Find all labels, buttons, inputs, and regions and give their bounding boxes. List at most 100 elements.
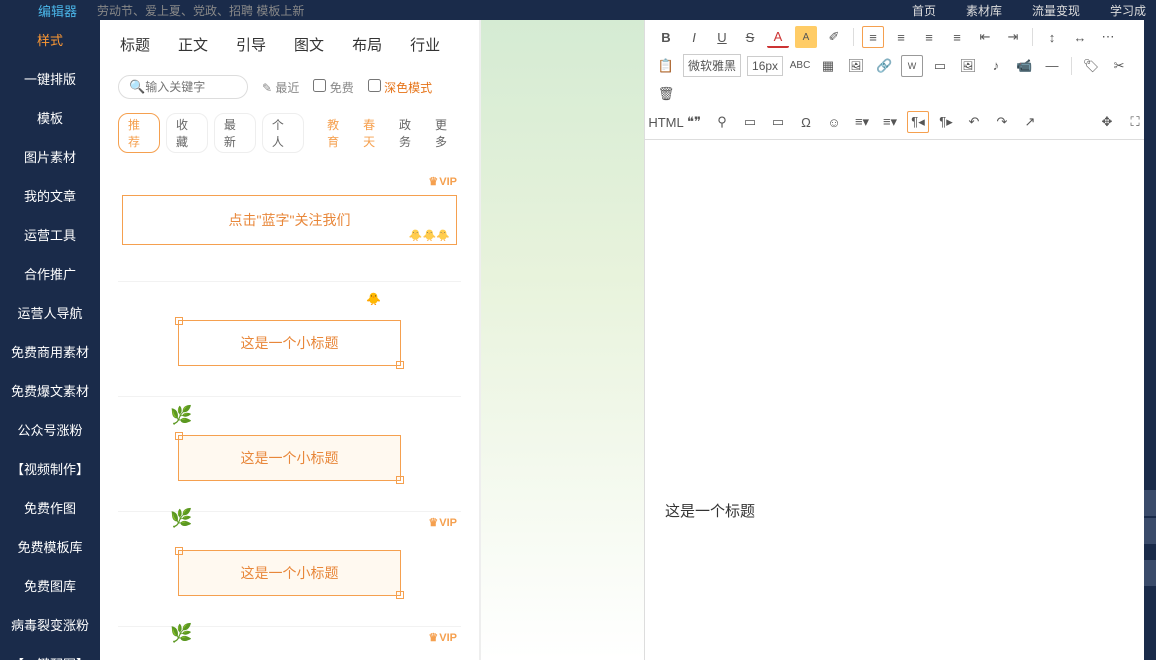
template-card[interactable]: 这是一个小标题 [118,397,461,512]
tag-button[interactable]: 🏷 [1080,55,1102,77]
sidebar-item-video[interactable]: 【视频制作】 [0,449,100,488]
filter-dark[interactable]: 深色模式 [368,79,432,96]
tab-guide[interactable]: 引导 [236,34,266,55]
share-button[interactable]: ↗ [1019,111,1041,133]
template-card[interactable]: VIP 点击"蓝字"关注我们 [118,171,461,282]
more-format-button[interactable]: ⋯ [1097,26,1119,48]
sidebar-item-articles[interactable]: 我的文章 [0,176,100,215]
pill-new[interactable]: 最新 [214,113,256,153]
anchor-button[interactable]: ⚲ [711,111,733,133]
eraser-button[interactable]: ✂ [1108,55,1130,77]
tab-imgtext[interactable]: 图文 [294,34,324,55]
html-button[interactable]: HTML [655,111,677,133]
sidebar-item-image[interactable]: 图片素材 [0,137,100,176]
clear-format-button[interactable]: ✐ [823,26,845,48]
omega-button[interactable]: Ω [795,111,817,133]
redo-button[interactable]: ↷ [991,111,1013,133]
pill-favorite[interactable]: 收藏 [166,113,208,153]
sidebar-item-layout[interactable]: 一键排版 [0,59,100,98]
rtl-button[interactable]: ¶▸ [935,111,957,133]
sidebar-item-nav[interactable]: 运营人导航 [0,293,100,332]
pill-recommend[interactable]: 推荐 [118,113,160,153]
sidebar-item-match[interactable]: 【一键配图】 [0,644,100,660]
align-left-button[interactable]: ≡ [862,26,884,48]
line-height-button[interactable]: ↕ [1041,26,1063,48]
gallery-button[interactable]: 🖼 [957,55,979,77]
sidebar-item-freeimg[interactable]: 免费作图 [0,488,100,527]
search-box[interactable]: 🔍 [118,75,248,99]
sidebar-item-template[interactable]: 模板 [0,98,100,137]
font-color-button[interactable]: A [767,26,789,48]
sidebar-item-followers[interactable]: 公众号涨粉 [0,410,100,449]
letter-space-button[interactable]: ↔ [1069,26,1091,48]
canvas-heading[interactable]: 这是一个标题 [665,500,1136,521]
size-select[interactable]: 16px [747,56,783,76]
sidebar-item-hot[interactable]: 免费爆文素材 [0,371,100,410]
sidebar-item-viral[interactable]: 病毒裂变涨粉 [0,605,100,644]
copy-button[interactable]: 📋 [655,55,677,77]
nav-library[interactable]: 素材库 [966,2,1002,19]
sidebar-item-partner[interactable]: 合作推广 [0,254,100,293]
tag-gov[interactable]: 政务 [395,116,425,150]
quote-button[interactable]: ❝❞ [683,111,705,133]
underline-button[interactable]: U [711,26,733,48]
sidebar-item-free-biz[interactable]: 免费商用素材 [0,332,100,371]
code2-button[interactable]: ▭ [767,111,789,133]
dock-item[interactable] [1144,490,1156,516]
music-button[interactable]: ♪ [985,55,1007,77]
divider-button[interactable]: — [1041,55,1063,77]
tab-title[interactable]: 标题 [120,34,150,55]
search-input[interactable] [145,80,235,94]
font-select[interactable]: 微软雅黑 [683,54,741,77]
sidebar-item-freelib[interactable]: 免费模板库 [0,527,100,566]
pill-personal[interactable]: 个人 [262,113,304,153]
undo-button[interactable]: ↶ [963,111,985,133]
align-right-button[interactable]: ≡ [918,26,940,48]
template-card[interactable]: VIP 这是一个小标题 [118,512,461,627]
sidebar-item-pics[interactable]: 免费图库 [0,566,100,605]
dock-item[interactable] [1144,518,1156,544]
table-button[interactable]: ▦ [817,55,839,77]
dock-item[interactable] [1144,560,1156,586]
tab-body[interactable]: 正文 [178,34,208,55]
tag-spring[interactable]: 春天 [359,116,389,150]
nav-home[interactable]: 首页 [912,2,936,19]
bullet-button[interactable]: ≡▾ [851,111,873,133]
template-card[interactable]: 🐥 这是一个小标题 [118,282,461,397]
italic-button[interactable]: I [683,26,705,48]
move-button[interactable]: ✥ [1096,111,1118,133]
tag-edu[interactable]: 教育 [323,116,353,150]
image-button[interactable]: 🖼 [845,55,867,77]
nav-monetize[interactable]: 流量变现 [1032,2,1080,19]
dark-checkbox[interactable] [368,79,381,92]
card-button[interactable]: ▭ [929,55,951,77]
sidebar-item-style[interactable]: 样式 [0,20,100,59]
trash-button[interactable]: 🗑 [655,83,677,105]
filter-recent[interactable]: ✎ 最近 [262,79,299,96]
indent-more-button[interactable]: ⇥ [1002,26,1024,48]
template-card[interactable]: VIP 这是一个小标题 [118,627,461,660]
filter-free[interactable]: 免费 [313,79,353,96]
bg-color-button[interactable]: A [795,26,817,48]
sidebar-item-tools[interactable]: 运营工具 [0,215,100,254]
align-center-button[interactable]: ≡ [890,26,912,48]
editor-canvas[interactable]: 这是一个标题 [645,140,1156,660]
tab-layout[interactable]: 布局 [352,34,382,55]
free-checkbox[interactable] [313,79,326,92]
bold-button[interactable]: B [655,26,677,48]
tag-more[interactable]: 更多 [431,116,461,150]
word-button[interactable]: W [901,55,923,77]
tab-industry[interactable]: 行业 [410,34,440,55]
nav-learn[interactable]: 学习成 [1110,2,1146,19]
indent-less-button[interactable]: ⇤ [974,26,996,48]
video-button[interactable]: 📹 [1013,55,1035,77]
fullscreen-button[interactable]: ⛶ [1124,111,1146,133]
strike-button[interactable]: S [739,26,761,48]
align-justify-button[interactable]: ≡ [946,26,968,48]
case-button[interactable]: ABC [789,55,811,77]
code-button[interactable]: ▭ [739,111,761,133]
ltr-button[interactable]: ¶◂ [907,111,929,133]
number-button[interactable]: ≡▾ [879,111,901,133]
emoji-button[interactable]: ☺ [823,111,845,133]
link-button[interactable]: 🔗 [873,55,895,77]
